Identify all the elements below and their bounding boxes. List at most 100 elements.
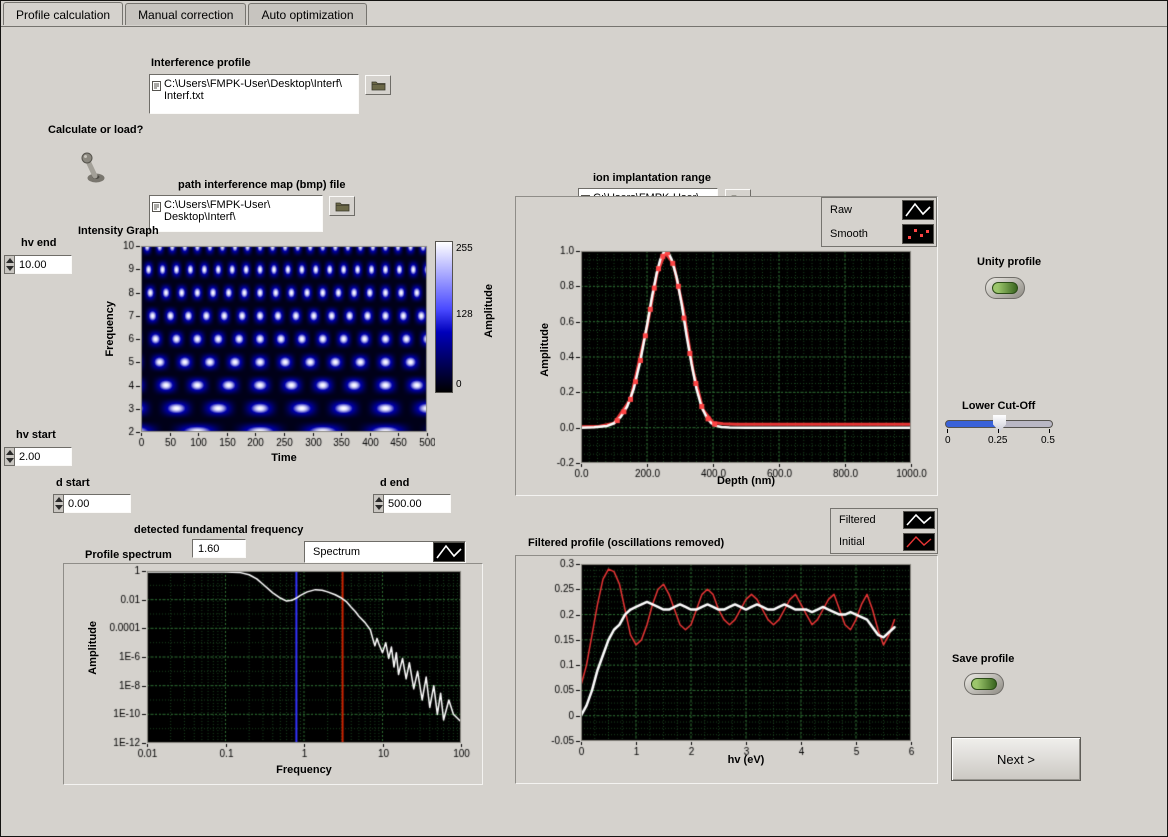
pl-legend: Raw Smooth [821, 197, 937, 247]
unity-profile-label: Unity profile [977, 256, 1042, 268]
colorbar-title: Amplitude [483, 284, 495, 338]
ion-range-label: ion implantation range [593, 172, 711, 184]
pl-x-axis-title: Depth (nm) [716, 475, 776, 487]
path-line: C:\Users\FMPK-User\ [164, 199, 271, 211]
d-end-control: 500.00 [373, 494, 451, 513]
intensity-x-axis-title: Time [271, 452, 297, 464]
hv-start-spinner[interactable] [4, 447, 15, 466]
legend-row-filtered: Filtered [831, 509, 937, 531]
d-end-spinner[interactable] [373, 494, 384, 513]
intensity-graph [99, 237, 435, 471]
spectrum-y-axis-title: Amplitude [87, 621, 99, 675]
fund-freq-value: 1.60 [192, 539, 246, 558]
hv-end-label: hv end [21, 237, 57, 249]
fund-freq-label: detected fundamental frequency [134, 524, 304, 536]
initial-line-sample[interactable] [903, 533, 935, 551]
folder-icon [335, 202, 349, 211]
scale-label: 0 [945, 435, 951, 446]
slider-scale: 0 0.25 0.5 [945, 428, 1055, 446]
filtered-profile-title: Filtered profile (oscillations removed) [528, 537, 725, 549]
bmp-map-browse-button[interactable] [329, 196, 355, 216]
spectrum-graph [64, 564, 480, 776]
path-line: C:\Users\FMPK-User\Desktop\Interf\ [164, 78, 342, 90]
d-start-spinner[interactable] [53, 494, 64, 513]
tab-manual-correction[interactable]: Manual correction [125, 3, 247, 25]
pl-y-axis-title: Amplitude [539, 323, 551, 377]
green-led [992, 282, 1018, 294]
increment-icon [5, 258, 14, 263]
path-line: Desktop\Interf\ [164, 211, 236, 223]
legend-row-smooth: Smooth [822, 222, 936, 246]
legend-label: Spectrum [313, 546, 361, 558]
decrement-icon [54, 505, 63, 510]
bmp-map-label: path interference map (bmp) file [178, 179, 346, 191]
decrement-icon [374, 505, 383, 510]
lower-cutoff-label: Lower Cut-Off [962, 400, 1036, 412]
d-start-control: 0.00 [53, 494, 131, 513]
d-end-label: d end [380, 477, 410, 489]
save-profile-label: Save profile [952, 653, 1015, 665]
decrement-icon [5, 266, 14, 271]
tab-bar: Profile calculation Manual correction Au… [3, 2, 367, 25]
spectrum-x-axis-title: Frequency [276, 764, 332, 776]
d-end-value[interactable]: 500.00 [384, 494, 451, 513]
interference-profile-browse-button[interactable] [365, 75, 391, 95]
front-panel: Profile calculation Manual correction Au… [0, 0, 1168, 837]
scale-tick [998, 429, 999, 433]
path-glyph-icon [152, 201, 161, 216]
decrement-icon [5, 458, 14, 463]
increment-icon [374, 497, 383, 502]
path-glyph-icon [152, 80, 161, 95]
intensity-graph-title: Intensity Graph [78, 225, 159, 237]
hv-end-value[interactable]: 10.00 [15, 255, 72, 274]
hv-start-label: hv start [16, 429, 56, 441]
interference-profile-path-input[interactable]: C:\Users\FMPK-User\Desktop\Interf\ Inter… [149, 74, 359, 114]
intensity-y-axis-title: Frequency [104, 301, 116, 357]
save-profile-button[interactable] [964, 673, 1004, 695]
path-line: Interf.txt [164, 90, 204, 102]
bmp-map-path-input[interactable]: C:\Users\FMPK-User\ Desktop\Interf\ [149, 195, 323, 232]
lower-cutoff-slider: 0 0.25 0.5 [945, 415, 1055, 446]
interference-profile-label: Interference profile [151, 57, 251, 69]
hv-start-value[interactable]: 2.00 [15, 447, 72, 466]
calculate-or-load-toggle[interactable] [79, 145, 109, 192]
scale-tick [947, 429, 948, 433]
filtered-line-sample[interactable] [903, 511, 935, 529]
tab-profile-calculation[interactable]: Profile calculation [3, 2, 124, 25]
legend-label: Smooth [830, 228, 868, 240]
smooth-dots-sample[interactable] [902, 224, 934, 244]
filtered-legend: Filtered Initial [830, 508, 938, 554]
d-start-value[interactable]: 0.00 [64, 494, 131, 513]
increment-icon [5, 450, 14, 455]
colorbar-tick: 0 [456, 379, 462, 390]
tab-auto-optimization[interactable]: Auto optimization [248, 3, 367, 25]
spectrum-legend: Spectrum [304, 541, 466, 563]
legend-label: Filtered [839, 514, 876, 526]
calculate-or-load-label: Calculate or load? [48, 124, 144, 136]
raw-line-sample[interactable] [902, 200, 934, 220]
filtered-x-axis-title: hv (eV) [727, 754, 765, 766]
legend-row-raw: Raw [822, 198, 936, 222]
tab-divider [1, 26, 1167, 27]
hv-start-control: 2.00 [4, 447, 72, 466]
legend-label: Raw [830, 204, 853, 216]
legend-row-initial: Initial [831, 531, 937, 553]
profile-spectrum-label: Profile spectrum [85, 549, 172, 561]
scale-tick [1049, 429, 1050, 433]
spectrum-line-sample[interactable] [433, 542, 465, 562]
hv-end-control: 10.00 [4, 255, 72, 274]
d-start-label: d start [56, 477, 90, 489]
unity-profile-button[interactable] [985, 277, 1025, 299]
slider-track[interactable] [945, 415, 1053, 432]
colorbar-tick: 128 [456, 309, 473, 320]
colorbar-tick: 255 [456, 243, 473, 254]
legend-label: Initial [839, 536, 865, 548]
scale-label: 0.5 [1041, 435, 1055, 446]
hv-end-spinner[interactable] [4, 255, 15, 274]
increment-icon [54, 497, 63, 502]
scale-label: 0.25 [988, 435, 1008, 446]
green-led [971, 678, 997, 690]
next-button[interactable]: Next > [951, 737, 1081, 781]
folder-icon [371, 81, 385, 90]
filtered-profile-graph [516, 556, 935, 756]
